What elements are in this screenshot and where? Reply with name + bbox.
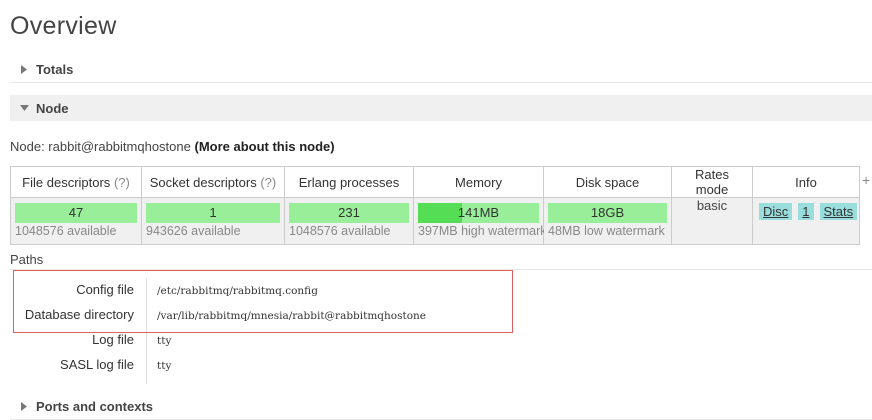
info-cell: Disc 1 Stats bbox=[752, 197, 860, 245]
node-section-label: Node bbox=[36, 100, 69, 116]
node-stats-table: File descriptors (?) Socket descriptors … bbox=[10, 166, 860, 245]
header-erlang-processes: Erlang processes bbox=[284, 166, 414, 198]
ports-section-header[interactable]: Ports and contexts bbox=[10, 393, 872, 420]
expand-triangle-icon bbox=[18, 401, 30, 412]
header-memory: Memory bbox=[413, 166, 544, 198]
totals-section-header[interactable]: Totals bbox=[10, 56, 872, 83]
erlang-processes-cell: 231 1048576 available bbox=[284, 197, 414, 245]
socket-descriptors-available: 943626 available bbox=[146, 224, 241, 238]
header-file-descriptors-label: File descriptors bbox=[22, 174, 111, 190]
memory-bar-fill bbox=[418, 203, 462, 223]
memory-bar: 141MB bbox=[418, 203, 539, 223]
add-column-button[interactable]: + bbox=[862, 172, 870, 188]
file-descriptors-available: 1048576 available bbox=[15, 224, 117, 238]
header-file-descriptors: File descriptors (?) bbox=[10, 166, 142, 198]
erlang-processes-bar: 231 bbox=[289, 203, 409, 223]
memory-watermark: 397MB high watermark bbox=[418, 224, 547, 238]
disk-space-value: 18GB bbox=[590, 205, 625, 220]
socket-descriptors-bar: 1 bbox=[146, 203, 280, 223]
disk-space-watermark: 48MB low watermark bbox=[548, 224, 665, 238]
socket-descriptors-help-link[interactable]: (?) bbox=[260, 175, 276, 190]
sasl-log-file-label: SASL log file bbox=[60, 357, 134, 372]
header-socket-descriptors-label: Socket descriptors bbox=[149, 174, 257, 190]
collapse-triangle-icon bbox=[18, 104, 30, 112]
disk-space-cell: 18GB 48MB low watermark bbox=[543, 197, 672, 245]
node-info: Node: rabbit@rabbitmqhostone (More about… bbox=[10, 139, 335, 154]
file-descriptors-bar: 47 bbox=[15, 203, 137, 223]
paths-title: Paths bbox=[10, 252, 44, 267]
file-descriptors-value: 47 bbox=[68, 205, 84, 220]
expand-triangle-icon bbox=[18, 64, 30, 75]
info-tag-count[interactable]: 1 bbox=[798, 203, 814, 220]
log-file-label: Log file bbox=[92, 332, 134, 347]
disk-space-bar: 18GB bbox=[548, 203, 667, 223]
more-about-node-link[interactable]: (More about this node) bbox=[194, 139, 334, 154]
socket-descriptors-cell: 1 943626 available bbox=[141, 197, 285, 245]
page-title: Overview bbox=[10, 12, 117, 40]
sasl-log-file-value: tty bbox=[157, 360, 172, 372]
rates-mode-value: basic bbox=[671, 197, 753, 245]
info-tag-disc[interactable]: Disc bbox=[759, 203, 793, 220]
highlight-box bbox=[13, 270, 513, 333]
memory-cell: 141MB 397MB high watermark bbox=[413, 197, 547, 245]
header-info: Info bbox=[752, 166, 860, 198]
socket-descriptors-value: 1 bbox=[209, 205, 217, 220]
erlang-processes-value: 231 bbox=[338, 205, 360, 220]
file-descriptors-help-link[interactable]: (?) bbox=[114, 175, 130, 190]
node-section-header[interactable]: Node bbox=[10, 95, 872, 121]
header-rates-mode: Rates mode bbox=[671, 166, 753, 198]
memory-value: 141MB bbox=[457, 205, 500, 220]
node-name: Node: rabbit@rabbitmqhostone bbox=[10, 139, 191, 154]
file-descriptors-cell: 47 1048576 available bbox=[10, 197, 142, 245]
ports-section-label: Ports and contexts bbox=[36, 398, 154, 414]
info-tag-stats[interactable]: Stats bbox=[819, 203, 858, 220]
erlang-processes-available: 1048576 available bbox=[289, 224, 391, 238]
header-disk-space: Disk space bbox=[543, 166, 672, 198]
header-socket-descriptors: Socket descriptors (?) bbox=[141, 166, 285, 198]
totals-section-label: Totals bbox=[36, 61, 74, 77]
log-file-value: tty bbox=[157, 335, 172, 347]
